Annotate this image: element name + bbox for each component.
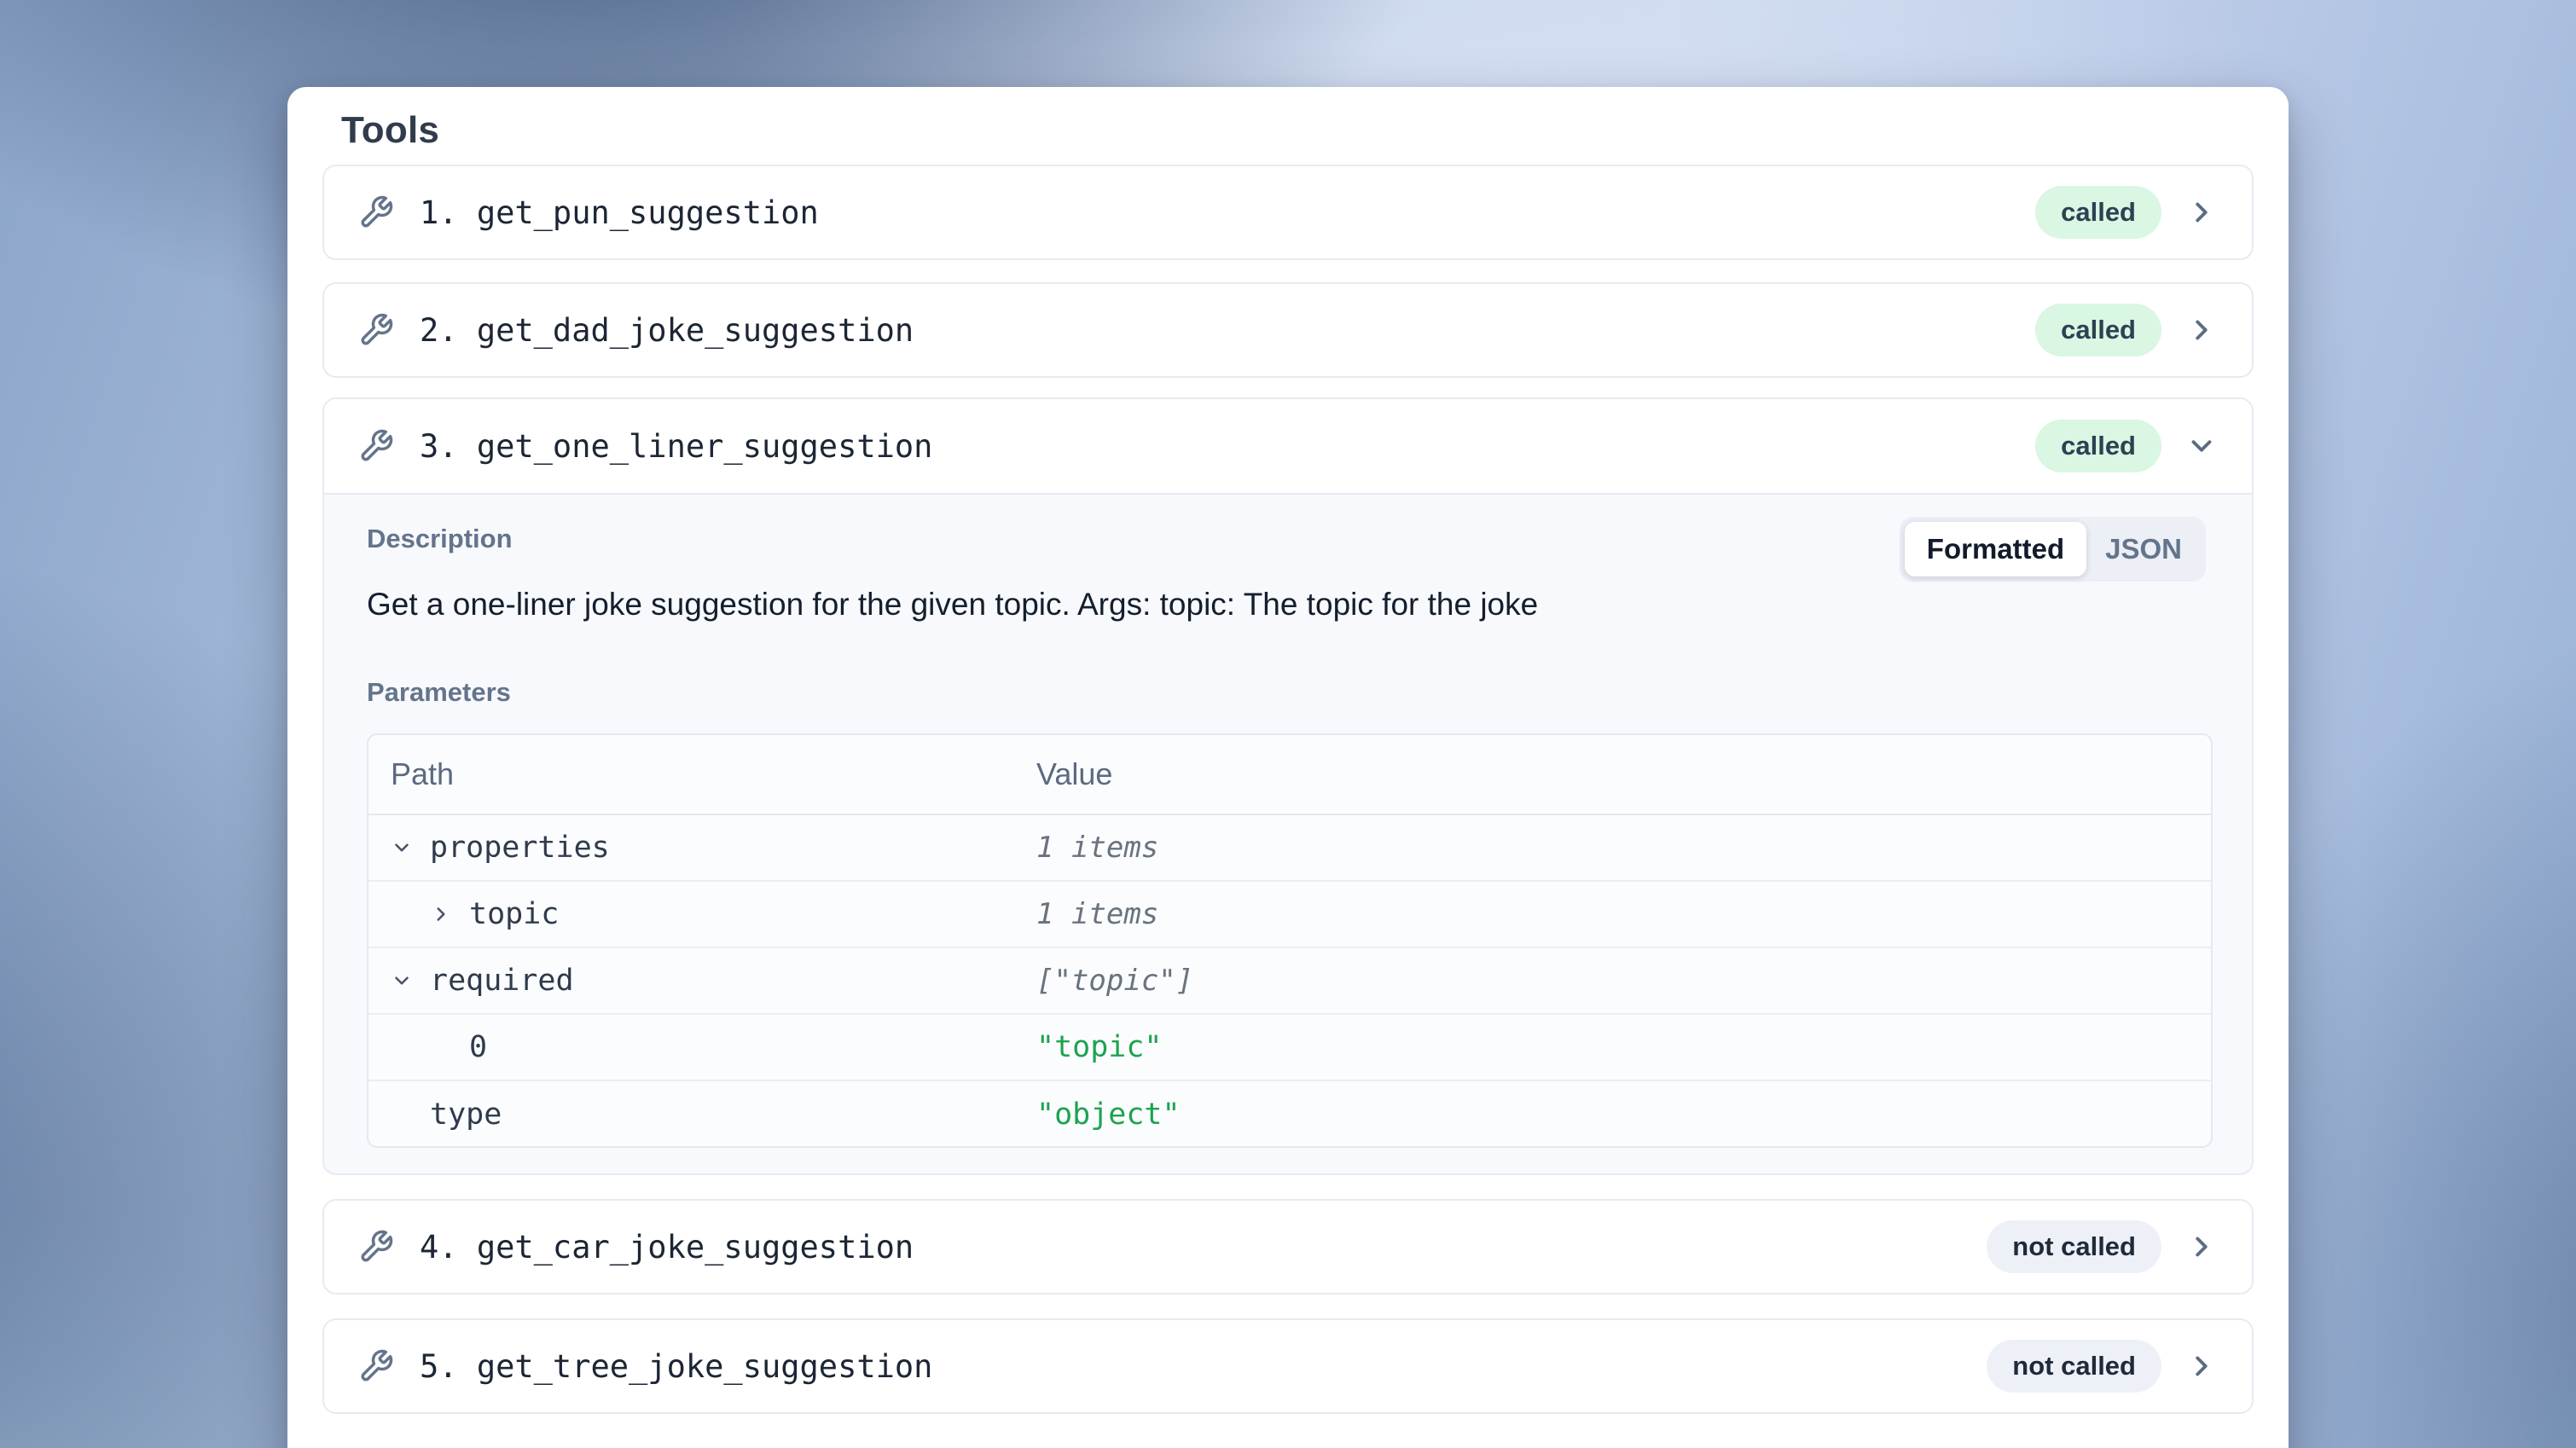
param-key: topic	[469, 897, 559, 931]
description-text: Get a one-liner joke suggestion for the …	[367, 583, 1774, 626]
chevron-right-icon	[2185, 314, 2218, 346]
wrench-icon	[358, 1348, 394, 1384]
json-tab[interactable]: JSON	[2086, 522, 2201, 576]
status-badge: not called	[1987, 1220, 2161, 1273]
tool-row-get-one-liner-suggestion[interactable]: 3. get_one_liner_suggestion called	[324, 399, 2252, 495]
tool-name: 2. get_dad_joke_suggestion	[420, 312, 914, 349]
formatted-tab[interactable]: Formatted	[1905, 522, 2086, 576]
chevron-down-icon[interactable]	[391, 969, 430, 993]
status-badge: called	[2035, 304, 2161, 356]
wrench-icon	[358, 428, 394, 464]
page-title: Tools	[341, 109, 439, 152]
wrench-icon	[358, 1229, 394, 1265]
param-key: type	[430, 1098, 502, 1132]
chevron-right-icon	[2185, 1350, 2218, 1382]
parameters-table: Path Value properties 1 items top	[367, 733, 2213, 1148]
table-row-required-0: 0 "topic"	[368, 1015, 2211, 1081]
description-label: Description	[367, 524, 513, 554]
tool-name: 5. get_tree_joke_suggestion	[420, 1348, 932, 1385]
tool-row-get-car-joke-suggestion[interactable]: 4. get_car_joke_suggestion not called	[322, 1199, 2254, 1295]
param-value: ["topic"]	[1036, 964, 2211, 998]
status-badge: called	[2035, 186, 2161, 239]
tool-name: 1. get_pun_suggestion	[420, 194, 819, 231]
tool-row-get-tree-joke-suggestion[interactable]: 5. get_tree_joke_suggestion not called	[322, 1318, 2254, 1414]
value-column-header: Value	[1036, 756, 2211, 792]
path-column-header: Path	[368, 756, 1036, 792]
chevron-down-icon[interactable]	[391, 836, 430, 860]
tool-row-get-dad-joke-suggestion[interactable]: 2. get_dad_joke_suggestion called	[322, 282, 2254, 378]
chevron-right-icon[interactable]	[430, 902, 469, 926]
chevron-right-icon	[2185, 1231, 2218, 1263]
table-row-properties[interactable]: properties 1 items	[368, 815, 2211, 882]
wrench-icon	[358, 194, 394, 230]
param-value: "topic"	[1036, 1030, 2211, 1064]
tool-expanded-container: 3. get_one_liner_suggestion called Descr…	[322, 397, 2254, 1175]
tree-indent-spacer	[430, 1035, 469, 1059]
param-key: 0	[469, 1030, 487, 1064]
param-key: required	[430, 964, 574, 998]
view-toggle: Formatted JSON	[1900, 517, 2206, 582]
table-header: Path Value	[368, 735, 2211, 815]
wrench-icon	[358, 312, 394, 348]
status-badge: called	[2035, 420, 2161, 472]
param-value: 1 items	[1036, 897, 2211, 931]
chevron-right-icon	[2185, 196, 2218, 229]
parameters-label: Parameters	[367, 677, 511, 708]
desktop-background: Tools 1. get_pun_suggestion called 2. ge…	[0, 0, 2576, 1448]
chevron-down-icon	[2185, 430, 2218, 462]
tree-indent-spacer	[391, 1103, 430, 1127]
param-value: 1 items	[1036, 831, 2211, 865]
table-row-required[interactable]: required ["topic"]	[368, 948, 2211, 1015]
param-value: "object"	[1036, 1098, 2211, 1132]
table-row-topic[interactable]: topic 1 items	[368, 882, 2211, 948]
tool-name: 4. get_car_joke_suggestion	[420, 1229, 914, 1266]
tool-name: 3. get_one_liner_suggestion	[420, 428, 932, 465]
tool-row-get-pun-suggestion[interactable]: 1. get_pun_suggestion called	[322, 165, 2254, 260]
table-row-type: type "object"	[368, 1081, 2211, 1148]
param-key: properties	[430, 831, 610, 865]
tool-detail-section: Description Formatted JSON Get a one-lin…	[324, 496, 2252, 1173]
status-badge: not called	[1987, 1340, 2161, 1393]
tools-panel: Tools 1. get_pun_suggestion called 2. ge…	[287, 87, 2289, 1448]
